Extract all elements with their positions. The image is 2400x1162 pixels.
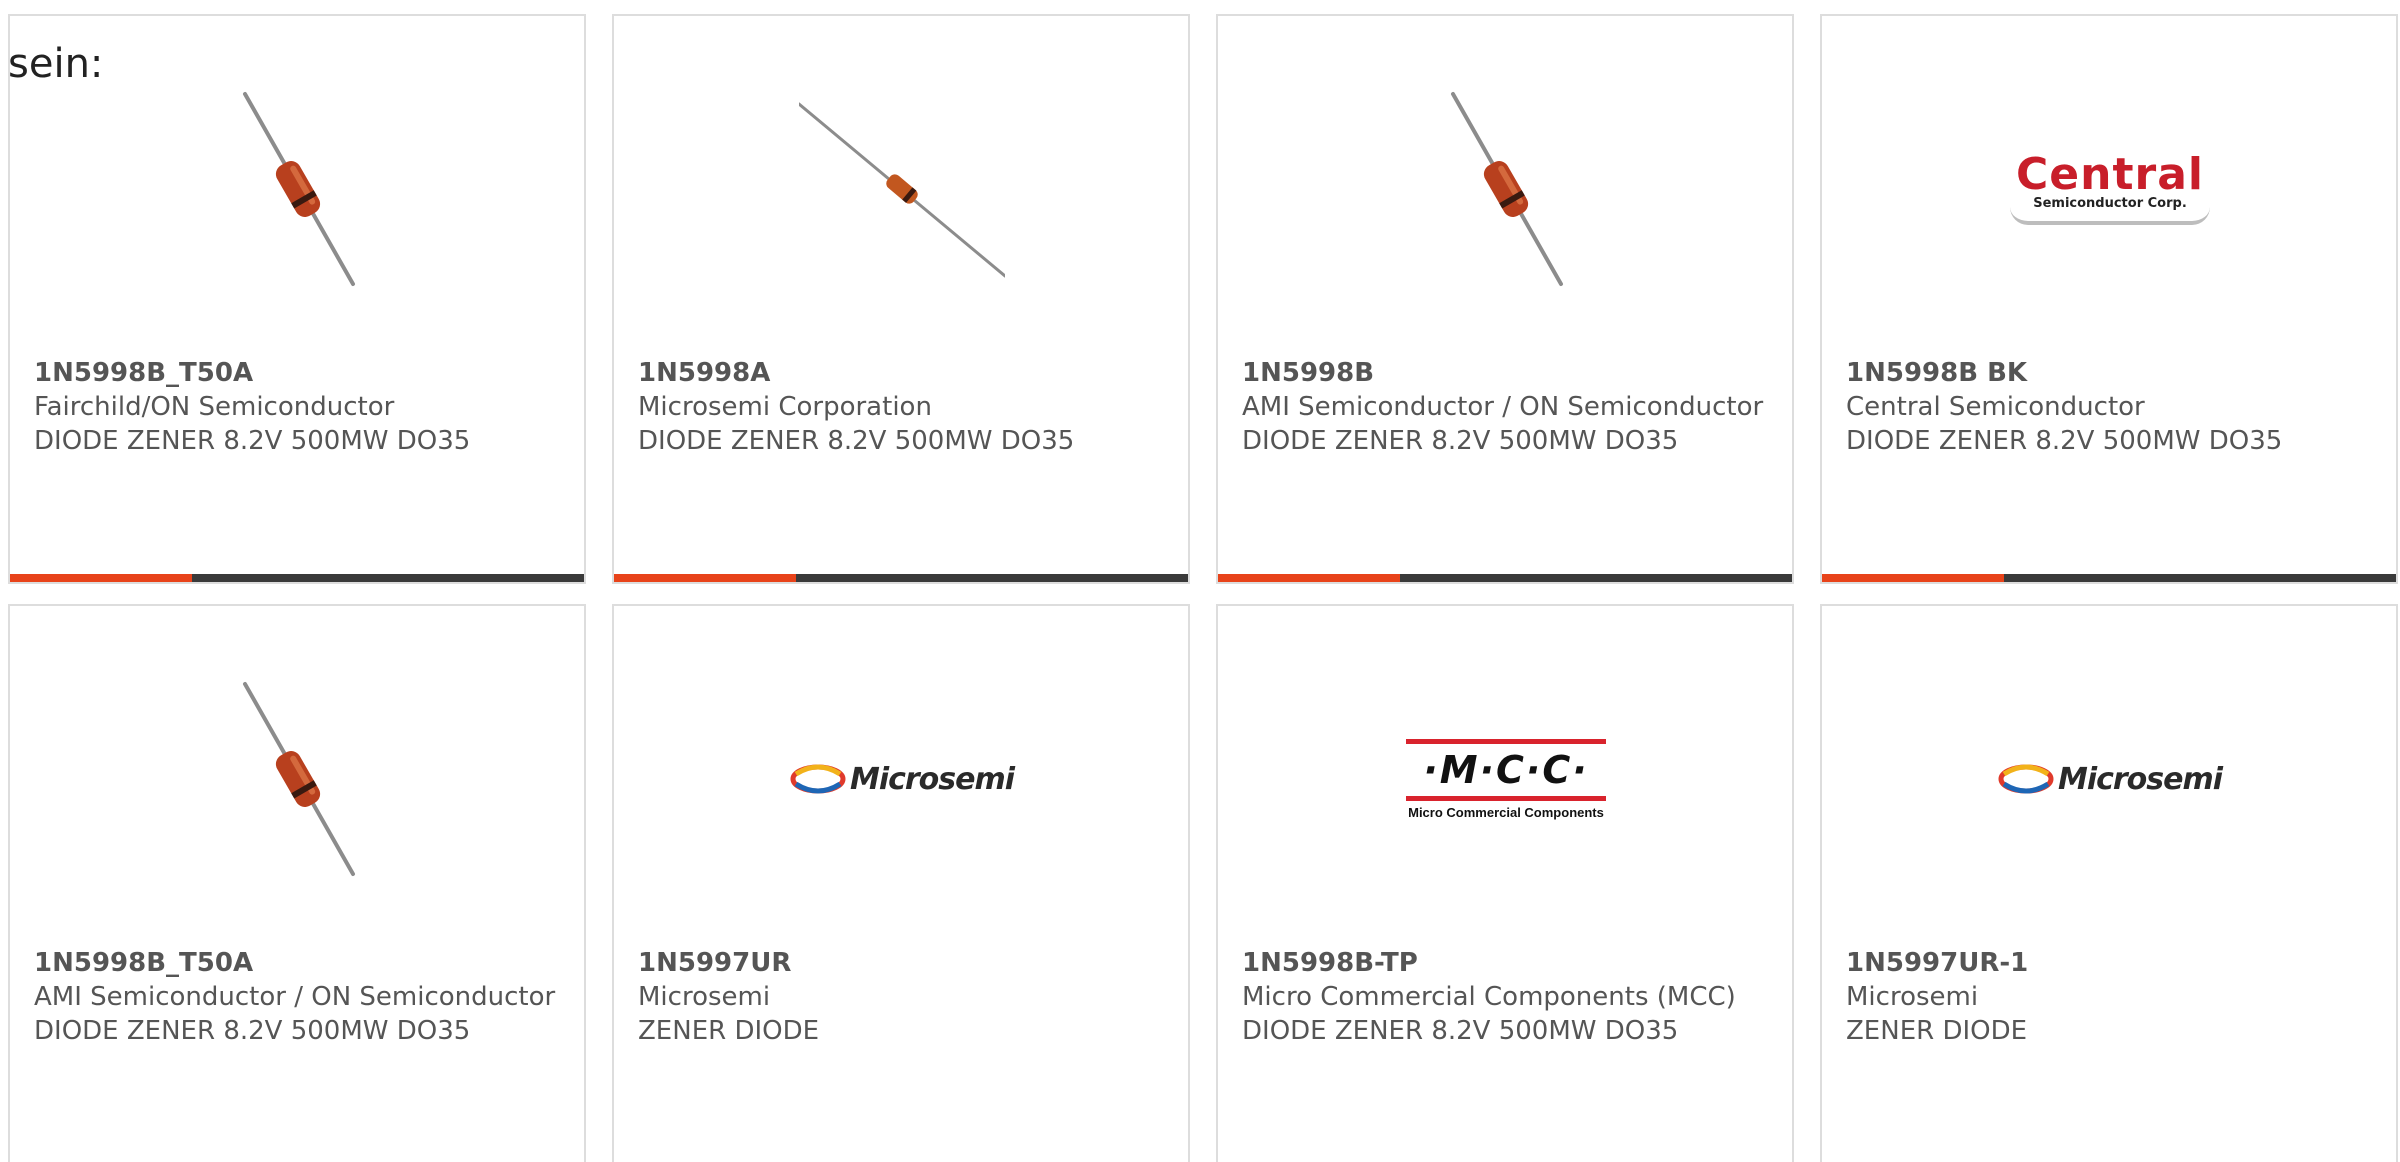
part-number-link[interactable]: 1N5998B_T50A bbox=[34, 946, 564, 980]
product-image[interactable]: Microsemi bbox=[1998, 676, 2223, 882]
product-description: ZENER DIODE bbox=[1846, 1016, 2028, 1046]
logo-rule-bottom bbox=[1406, 795, 1606, 801]
product-info: 1N5997UR Microsemi ZENER DIODE bbox=[638, 946, 1168, 1048]
manufacturer-name: Central Semiconductor bbox=[1846, 392, 2145, 422]
mcc-logo: ·M·C·C· Micro Commercial Components bbox=[1406, 738, 1606, 820]
product-card[interactable]: 1N5998B_T50A Fairchild/ON Semiconductor … bbox=[8, 14, 586, 584]
product-description: DIODE ZENER 8.2V 500MW DO35 bbox=[34, 426, 471, 456]
product-info: 1N5998B_T50A AMI Semiconductor / ON Semi… bbox=[34, 946, 564, 1048]
manufacturer-name: Microsemi Corporation bbox=[638, 392, 932, 422]
card-accent-bar bbox=[1218, 574, 1400, 582]
product-card[interactable]: Microsemi 1N5997UR Microsemi ZENER DIODE bbox=[612, 604, 1190, 1162]
product-info: 1N5998B-TP Micro Commercial Components (… bbox=[1242, 946, 1772, 1048]
product-image[interactable]: Microsemi bbox=[790, 676, 1015, 882]
part-number-link[interactable]: 1N5997UR-1 bbox=[1846, 946, 2376, 980]
logo-word: Microsemi bbox=[849, 761, 1015, 797]
product-description: DIODE ZENER 8.2V 500MW DO35 bbox=[1242, 426, 1679, 456]
product-card[interactable]: 1N5998B AMI Semiconductor / ON Semicondu… bbox=[1216, 14, 1794, 584]
diode-photo-icon bbox=[243, 682, 355, 876]
product-info: 1N5998A Microsemi Corporation DIODE ZENE… bbox=[638, 356, 1168, 458]
product-card[interactable]: Central Semiconductor Corp. 1N5998B BK C… bbox=[1820, 14, 2398, 584]
intro-text: sein: bbox=[8, 41, 104, 87]
product-image[interactable] bbox=[1403, 86, 1609, 292]
product-image[interactable] bbox=[195, 86, 401, 292]
logo-word: Microsemi bbox=[2057, 761, 2223, 797]
card-bottom-bar bbox=[614, 574, 1188, 582]
product-description: DIODE ZENER 8.2V 500MW DO35 bbox=[1846, 426, 2283, 456]
diode-photo-icon bbox=[799, 102, 1005, 278]
manufacturer-name: Micro Commercial Components (MCC) bbox=[1242, 982, 1736, 1012]
manufacturer-name: Microsemi bbox=[638, 982, 771, 1012]
part-number-link[interactable]: 1N5998B bbox=[1242, 356, 1772, 390]
product-info: 1N5997UR-1 Microsemi ZENER DIODE bbox=[1846, 946, 2376, 1048]
product-card[interactable]: 1N5998B_T50A AMI Semiconductor / ON Semi… bbox=[8, 604, 586, 1162]
product-card[interactable]: Microsemi 1N5997UR-1 Microsemi ZENER DIO… bbox=[1820, 604, 2398, 1162]
manufacturer-name: Fairchild/ON Semiconductor bbox=[34, 392, 395, 422]
manufacturer-name: AMI Semiconductor / ON Semiconductor bbox=[34, 982, 556, 1012]
microsemi-logo: Microsemi bbox=[1998, 761, 2223, 797]
product-image[interactable] bbox=[195, 676, 401, 882]
microsemi-swirl-icon bbox=[790, 764, 846, 794]
part-number-link[interactable]: 1N5997UR bbox=[638, 946, 1168, 980]
product-info: 1N5998B AMI Semiconductor / ON Semicondu… bbox=[1242, 356, 1772, 458]
logo-word: Central bbox=[2016, 149, 2204, 200]
card-accent-bar bbox=[1822, 574, 2004, 582]
card-accent-bar bbox=[614, 574, 796, 582]
card-accent-bar bbox=[10, 574, 192, 582]
part-number-link[interactable]: 1N5998B_T50A bbox=[34, 356, 564, 390]
product-grid-page: sein: 1N5998B_T50A Fairchild/ON Semicond… bbox=[0, 0, 2400, 1162]
product-card[interactable]: ·M·C·C· Micro Commercial Components 1N59… bbox=[1216, 604, 1794, 1162]
logo-word: ·M·C·C· bbox=[1423, 747, 1589, 792]
product-info: 1N5998B BK Central Semiconductor DIODE Z… bbox=[1846, 356, 2376, 458]
part-number-link[interactable]: 1N5998B-TP bbox=[1242, 946, 1772, 980]
microsemi-swirl-icon bbox=[1998, 764, 2054, 794]
product-description: DIODE ZENER 8.2V 500MW DO35 bbox=[1242, 1016, 1679, 1046]
part-number-link[interactable]: 1N5998B BK bbox=[1846, 356, 2376, 390]
manufacturer-name: AMI Semiconductor / ON Semiconductor bbox=[1242, 392, 1764, 422]
manufacturer-name: Microsemi bbox=[1846, 982, 1979, 1012]
card-bottom-bar bbox=[1822, 574, 2396, 582]
microsemi-logo: Microsemi bbox=[790, 761, 1015, 797]
product-info: 1N5998B_T50A Fairchild/ON Semiconductor … bbox=[34, 356, 564, 458]
card-bottom-bar bbox=[10, 574, 584, 582]
diode-photo-icon bbox=[243, 92, 355, 286]
product-description: DIODE ZENER 8.2V 500MW DO35 bbox=[34, 1016, 471, 1046]
product-description: DIODE ZENER 8.2V 500MW DO35 bbox=[638, 426, 1075, 456]
product-image[interactable] bbox=[799, 86, 1005, 292]
part-number-link[interactable]: 1N5998A bbox=[638, 356, 1168, 390]
diode-photo-icon bbox=[1451, 92, 1563, 286]
card-bottom-bar bbox=[1218, 574, 1792, 582]
logo-subtitle: Micro Commercial Components bbox=[1408, 804, 1604, 820]
product-description: ZENER DIODE bbox=[638, 1016, 820, 1046]
product-card[interactable]: 1N5998A Microsemi Corporation DIODE ZENE… bbox=[612, 14, 1190, 584]
product-image[interactable]: ·M·C·C· Micro Commercial Components bbox=[1403, 676, 1609, 882]
logo-subtitle: Semiconductor Corp. bbox=[2033, 196, 2187, 211]
product-image[interactable]: Central Semiconductor Corp. bbox=[2007, 86, 2213, 292]
central-semiconductor-logo: Central Semiconductor Corp. bbox=[2010, 153, 2210, 225]
